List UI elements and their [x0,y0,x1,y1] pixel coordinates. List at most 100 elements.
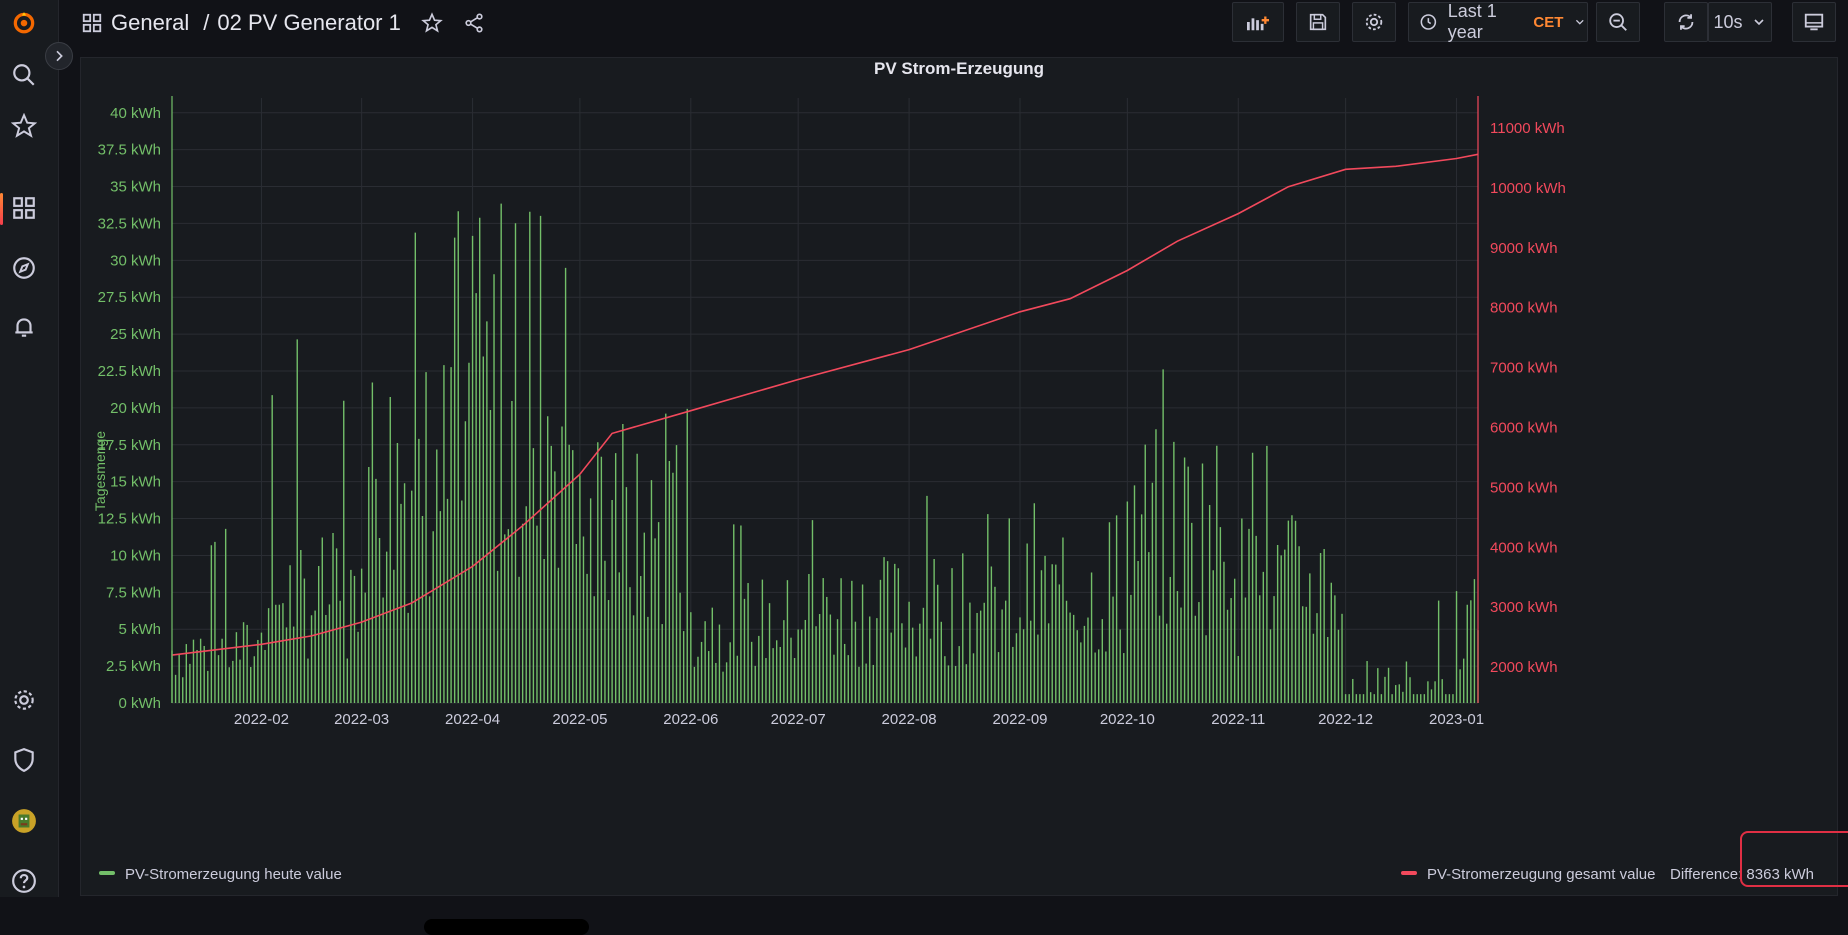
total-line [171,153,1479,656]
clock-icon [1420,14,1437,30]
profile-button[interactable] [0,801,48,841]
chevron-down-icon [1753,19,1764,26]
dashboards-icon [13,197,35,219]
y-left-tick-label: 27.5 kWh [98,289,161,306]
monitor-icon [1804,13,1824,31]
time-range-label: Last 1 year [1447,1,1497,42]
x-tick-label: 2022-04 [445,711,500,728]
star-icon[interactable] [421,12,443,34]
y-left-tick-label: 32.5 kWh [98,215,161,232]
y-right-tick-label: 8000 kWh [1490,300,1558,317]
y-left-tick-label: 15 kWh [110,474,161,491]
y-left-tick-label: 35 kWh [110,179,161,196]
grafana-logo-icon [13,12,35,34]
y-left-tick-label: 5 kWh [118,621,161,638]
breadcrumb: General / 02 PV Generator 1 [81,10,485,36]
panel-title[interactable]: PV Strom-Erzeugung [874,59,1044,78]
total-line-path [171,153,1479,656]
configuration-button[interactable] [0,680,48,720]
y-right-tick-label: 10000 kWh [1490,180,1566,197]
x-tick-label: 2022-05 [552,711,607,728]
add-panel-button[interactable] [1232,2,1284,42]
left-axis-label: Tagesmenge [92,431,108,511]
y-right-tick-label: 3000 kWh [1490,599,1558,616]
refresh-button[interactable] [1664,2,1708,42]
shield-icon [14,748,34,773]
breadcrumb-folder[interactable]: General [111,10,189,36]
gear-icon [1365,13,1383,31]
add-panel-icon [1247,16,1269,31]
y-left-tick-label: 7.5 kWh [106,584,161,601]
legend-swatch-daily [99,871,115,875]
starred-button[interactable] [0,106,48,146]
zoom-out-icon [1609,13,1627,31]
x-tick-label: 2022-03 [334,711,389,728]
y-left-tick-label: 40 kWh [110,105,161,122]
y-left-tick-label: 10 kWh [110,547,161,564]
y-left-tick-label: 2.5 kWh [106,658,161,675]
y-left-tick-label: 12.5 kWh [98,511,161,528]
x-tick-label: 2022-10 [1100,711,1155,728]
difference-highlight-box [1740,831,1848,887]
help-button[interactable] [0,861,48,901]
refresh-icon [1678,14,1694,30]
y-left-tick-label: 20 kWh [110,400,161,417]
y-right-tick-label: 6000 kWh [1490,419,1558,436]
legend-item-total[interactable]: PV-Stromerzeugung gesamt value [1427,866,1655,883]
legend-item-daily[interactable]: PV-Stromerzeugung heute value [125,866,342,883]
y-right-tick-label: 9000 kWh [1490,240,1558,257]
y-left-tick-label: 25 kWh [110,326,161,343]
gear-icon [14,690,34,710]
grafana-logo[interactable] [0,2,48,42]
help-icon [12,869,36,893]
dashboards-icon [82,13,102,33]
refresh-interval-picker[interactable]: 10s [1708,2,1772,42]
y-right-tick-label: 7000 kWh [1490,360,1558,377]
x-tick-label: 2022-12 [1318,711,1373,728]
share-icon[interactable] [463,12,485,34]
dashboard-title[interactable]: 02 PV Generator 1 [217,10,400,36]
search-button[interactable] [0,55,48,95]
y-right-tick-label: 2000 kWh [1490,659,1558,676]
save-icon [1309,13,1327,31]
y-left-tick-label: 22.5 kWh [98,363,161,380]
x-tick-label: 2022-02 [234,711,289,728]
y-right-tick-label: 4000 kWh [1490,539,1558,556]
breadcrumb-separator: / [203,10,210,35]
sidebar [0,0,59,897]
x-tick-label: 2023-01 [1429,711,1484,728]
kiosk-mode-button[interactable] [1792,2,1836,42]
x-tick-label: 2022-11 [1211,711,1265,728]
y-left-tick-label: 30 kWh [110,252,161,269]
top-navbar: General / 02 PV Generator 1 Last 1 year … [59,0,1848,48]
explore-button[interactable] [0,248,48,288]
save-dashboard-button[interactable] [1296,2,1340,42]
bell-icon [15,318,33,337]
alerting-button[interactable] [0,307,48,347]
star-icon [11,113,37,138]
x-tick-label: 2022-09 [992,711,1047,728]
search-icon [13,64,35,86]
zoom-out-button[interactable] [1596,2,1640,42]
legend: PV-Stromerzeugung heute value PV-Stromer… [99,866,1814,883]
x-tick-label: 2022-08 [882,711,937,728]
chart-panel[interactable]: PV Strom-Erzeugung 0 kWh 2.5 kWh 5 kWh 7.5 … [80,57,1848,935]
daily-bars [171,203,1479,703]
y-right-tick-label: 11000 kWh [1490,120,1565,137]
timezone-label: CET [1533,13,1564,31]
server-admin-button[interactable] [0,740,48,780]
pv-chart[interactable]: PV Strom-Erzeugung 0 kWh 2.5 kWh 5 kWh 7.5 … [81,58,1837,895]
avatar [12,809,36,833]
chevron-down-icon [1576,19,1585,25]
y-left-tick-label: 0 kWh [118,695,161,712]
dashboards-button[interactable] [0,188,48,228]
x-tick-label: 2022-07 [771,711,826,728]
y-right-tick-label: 5000 kWh [1490,479,1558,496]
compass-icon [13,257,35,279]
x-tick-label: 2022-06 [663,711,718,728]
time-range-picker[interactable]: Last 1 year CET [1408,1,1588,42]
redaction-scribble [424,919,589,935]
dashboard-settings-button[interactable] [1352,2,1396,42]
refresh-interval-label: 10s [1713,11,1743,32]
sidebar-expand-button[interactable] [45,42,73,70]
